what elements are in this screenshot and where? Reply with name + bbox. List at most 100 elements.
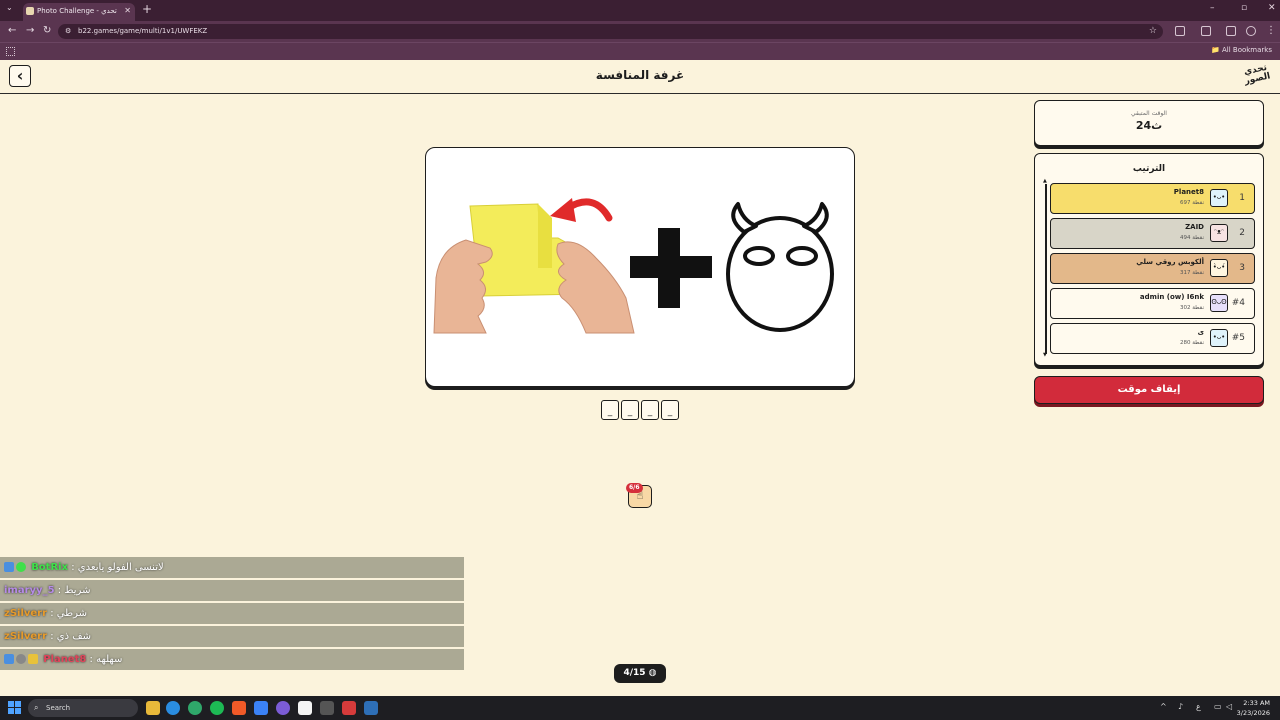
player-points: 317 نقطة [1179,270,1204,276]
steam-icon[interactable] [364,701,378,715]
answer-slot[interactable]: _ [601,400,619,420]
verified-badge-icon [16,562,26,572]
discord-icon[interactable] [276,701,290,715]
chat-message: zSilverr : شرطي [0,603,464,624]
crown-badge-icon [28,654,38,664]
network-icon[interactable]: ▭ [1214,702,1222,711]
avatar: ʘᴗʘ [1210,294,1228,312]
mic-icon[interactable]: ♪ [1178,702,1183,711]
player-name: ى [1197,328,1204,336]
tab-search-icon[interactable]: ⌄ [6,3,13,12]
browser-tab[interactable]: Photo Challenge - تحدي الصور ✕ [23,3,135,31]
answer-slot[interactable]: _ [621,400,639,420]
chat-text: : شف ذي [50,631,91,642]
forward-nav-icon[interactable]: → [26,25,34,36]
rank-number: 2 [1239,228,1245,238]
avatar: ᵔᴥᵔ [1210,224,1228,242]
chat-username: Planet8 [43,654,87,665]
chat-username: imaryy_5 [4,585,55,596]
page-title: غرفة المنافسة [595,68,685,82]
chat-overlay: BotRix : لاتنسى الفولو يابعدي imaryy_5 :… [0,557,464,672]
rank-number: #4 [1231,298,1245,308]
ranking-row: 1 •ᴗ• Planet8 697 نقطة [1050,183,1255,214]
browser-menu-icon[interactable]: ⋮ [1266,25,1276,36]
player-points: 697 نقطة [1179,200,1204,206]
rank-number: 1 [1239,193,1245,203]
logo[interactable]: تحدي الصور [1242,63,1272,91]
file-explorer-icon[interactable] [146,701,160,715]
player-name: admin (ow) I6nk [1139,293,1204,301]
chat-username: zSilverr [4,631,48,642]
avatar: •ᴗ• [1210,329,1228,347]
ranking-title: الترتيب [1132,164,1166,174]
url-text: b22.games/game/multi/1v1/UWFEKZ [78,27,208,35]
answer-slot[interactable]: _ [661,400,679,420]
tab-close-icon[interactable]: ✕ [124,3,131,19]
store-icon[interactable] [254,701,268,715]
taskbar-clock[interactable]: 2:33 AM 3/23/2026 [1237,698,1270,718]
search-icon: ⌕ [34,703,39,712]
hint-count-badge: 6/6 [626,483,643,493]
chrome-icon[interactable] [188,701,202,715]
address-bar[interactable]: ⚙ b22.games/game/multi/1v1/UWFEKZ ☆ [58,24,1163,39]
globe-icon: ◍ [648,668,657,678]
terminal-icon[interactable] [320,701,334,715]
minimize-icon[interactable]: – [1210,3,1215,13]
rank-number: #5 [1231,333,1245,343]
spotify-icon[interactable] [210,701,224,715]
ranking-row: #4 ʘᴗʘ admin (ow) I6nk 302 نقطة [1050,288,1255,319]
ranking-scrollbar[interactable] [1045,184,1047,354]
reload-icon[interactable]: ↻ [43,25,51,36]
stop-timer-button[interactable]: إيقاف موقت [1034,376,1264,404]
puzzle-image-card [425,147,855,387]
cast-icon[interactable] [1201,26,1211,36]
app-header: ‹ غرفة المنافسة تحدي الصور [0,60,1280,94]
apps-grid-icon[interactable] [6,47,15,56]
downloads-icon[interactable] [1226,26,1236,36]
player-points: 302 نقطة [1179,305,1204,311]
site-info-icon[interactable]: ⚙ [65,24,71,39]
bookmark-star-icon[interactable]: ☆ [1149,24,1157,39]
chat-username: zSilverr [4,608,48,619]
answer-slot[interactable]: _ [641,400,659,420]
chat-message: zSilverr : شف ذي [0,626,464,647]
user-badge-icon [4,562,14,572]
all-bookmarks[interactable]: 📁 All Bookmarks [1211,46,1272,54]
back-button[interactable]: ‹ [9,65,31,87]
ranking-row: 3 •̀ᴗ•́ ألكوبس روقي سلي 317 نقطة [1050,253,1255,284]
avatar: •ᴗ• [1210,189,1228,207]
ranking-row: #5 •ᴗ• ى 280 نقطة [1050,323,1255,354]
all-bookmarks-label: All Bookmarks [1221,46,1272,54]
language-icon[interactable]: ع [1196,702,1201,711]
back-nav-icon[interactable]: ← [8,25,16,36]
chat-text: : شرطي [50,608,87,619]
brave-icon[interactable] [232,701,246,715]
timer-label: الوقت المتبقي [1131,110,1167,117]
player-name: ZAID [1185,223,1204,231]
new-tab-icon[interactable]: + [142,2,152,16]
volume-icon[interactable]: ◁ [1226,702,1232,711]
edge-icon[interactable] [166,701,180,715]
chat-text: : لاتنسى الفولو يابعدي [71,562,164,573]
player-name: ألكوبس روقي سلي [1136,258,1204,266]
maximize-icon[interactable]: ▫ [1241,3,1247,13]
app-icon[interactable] [342,701,356,715]
taskbar-search[interactable]: ⌕ Search [28,699,138,717]
profile-icon[interactable] [1246,26,1256,36]
round-counter: 4/15 ◍ [614,664,666,683]
user-badge-icon [4,654,14,664]
chat-username: BotRix [31,562,69,573]
timer-panel: الوقت المتبقي 24ث [1034,100,1264,146]
windows-start-icon[interactable] [8,701,22,715]
chevron-left-icon: ‹ [16,66,24,85]
tray-chevron-icon[interactable]: ^ [1160,702,1167,711]
bookmarks-bar: 📁 All Bookmarks [0,42,1280,60]
scroll-down-icon[interactable]: ▼ [1043,352,1047,358]
extensions-icon[interactable] [1175,26,1185,36]
browser-toolbar: ← → ↻ ⚙ b22.games/game/multi/1v1/UWFEKZ … [0,21,1280,42]
rank-number: 3 [1239,263,1245,273]
windows-taskbar: ⌕ Search ^ ♪ ع ▭ ◁ 2:33 AM 3/23/2026 [0,696,1280,720]
moderator-badge-icon [16,654,26,664]
obs-icon[interactable] [298,701,312,715]
window-close-icon[interactable]: ✕ [1268,3,1276,13]
